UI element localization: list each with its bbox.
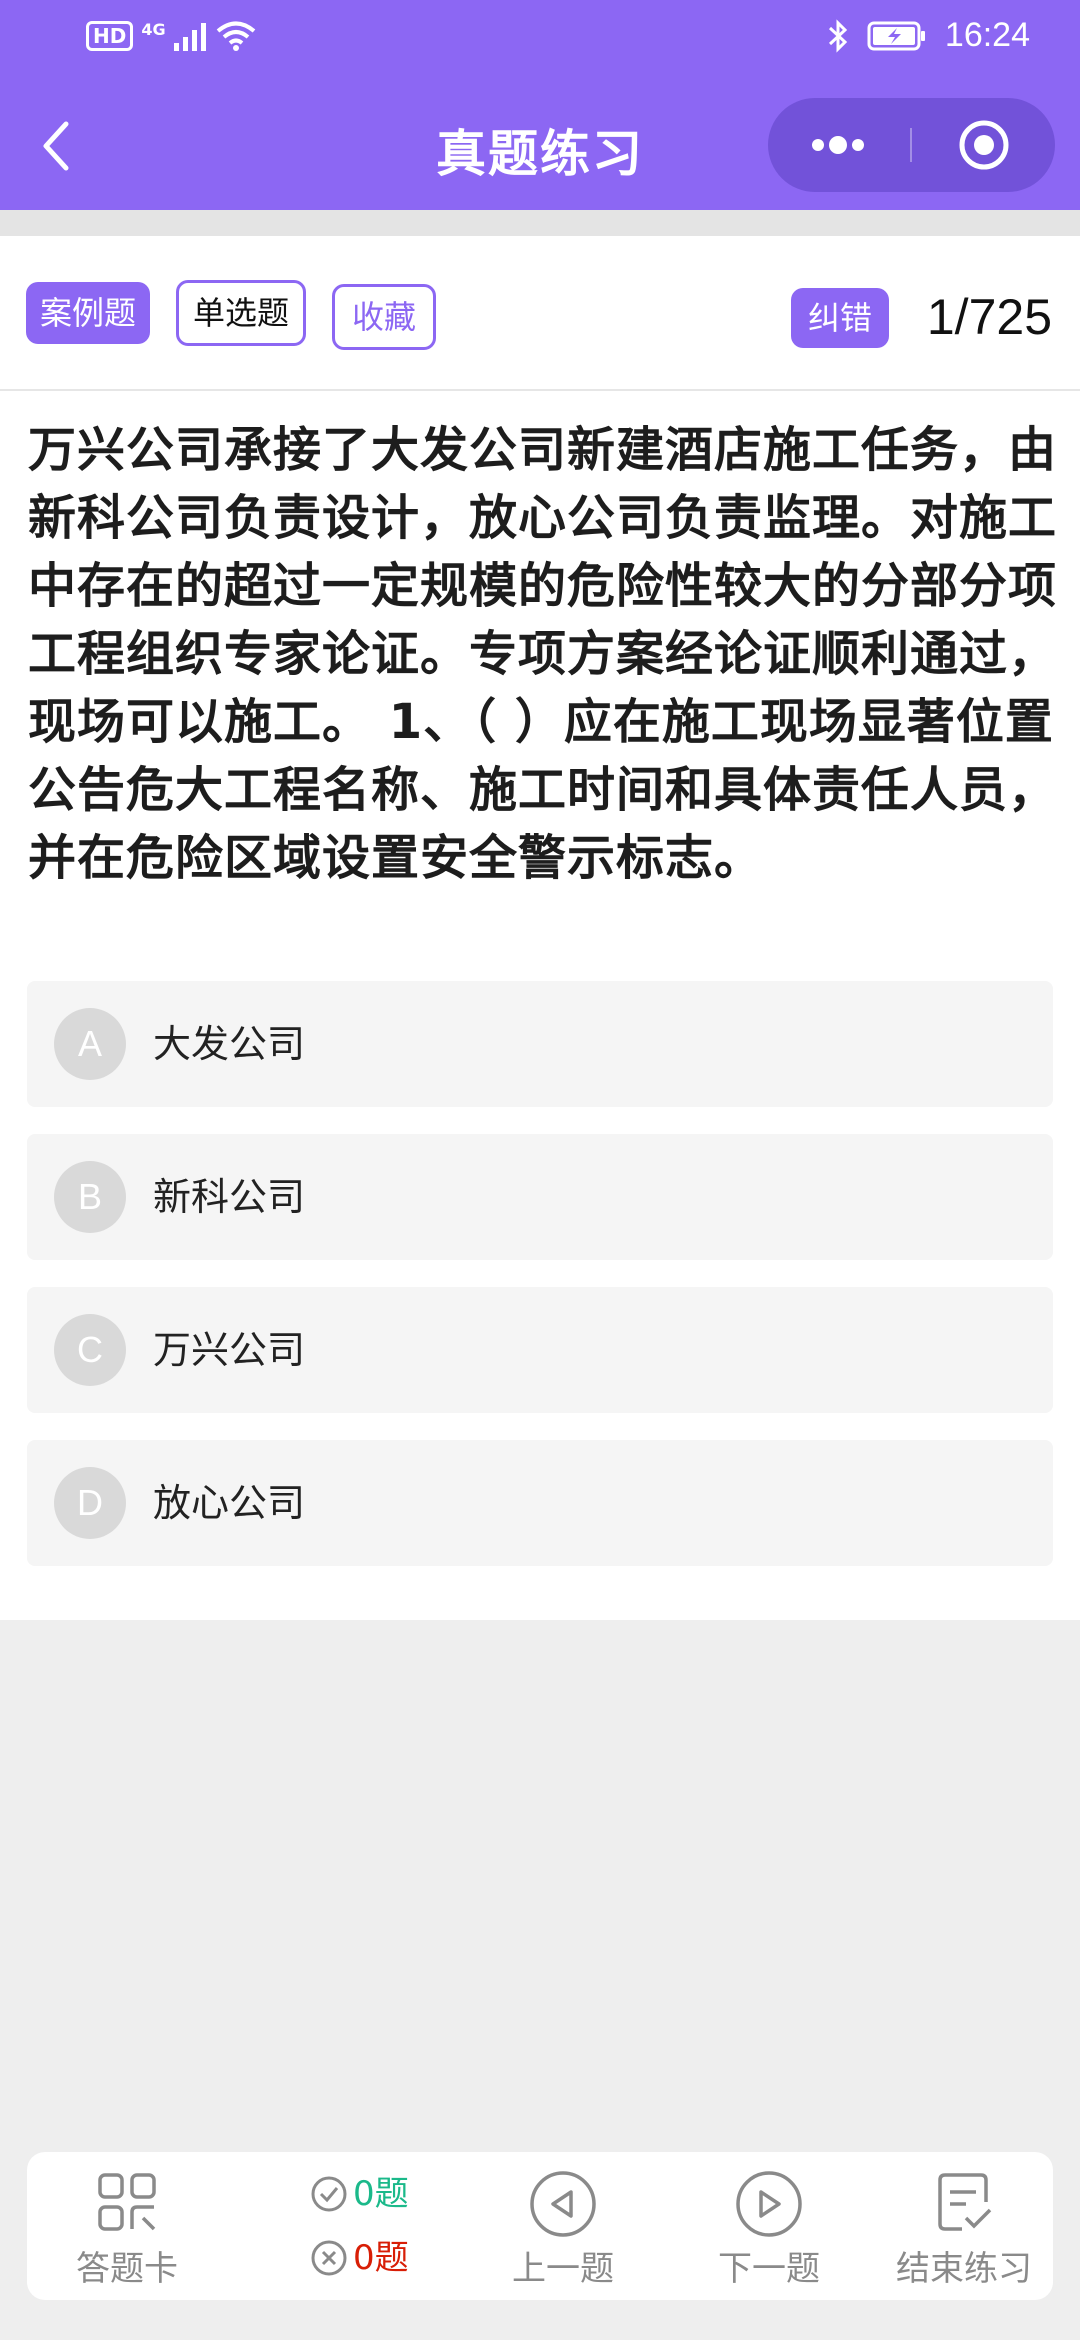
question-text: 万兴公司承接了大发公司新建酒店施工任务，由新科公司负责设计，放心公司负责监理。对… [28,422,1058,886]
clock: 16:24 [944,16,1030,54]
more-dots-icon [812,136,864,154]
finish-practice-button[interactable]: 结束练习 [875,2152,1053,2300]
case-tag: 案例题 [26,282,150,344]
option-text: 大发公司 [153,1022,306,1066]
next-label: 下一题 [718,2249,820,2289]
question-card: 案例题 单选题 收藏 纠错 1/725 万兴公司承接了大发公司新建酒店施工任务，… [0,236,1080,1620]
wrong-stat: 0题 [309,2238,409,2278]
option-text: 万兴公司 [153,1328,306,1372]
capsule-divider [910,128,912,162]
option-text: 放心公司 [153,1481,306,1525]
option-letter: A [54,1008,126,1080]
prev-circle-icon [530,2171,596,2237]
question-counter: 1/725 [926,289,1052,345]
correct-count: 0题 [353,2174,409,2214]
next-circle-icon [736,2171,802,2237]
option-text: 新科公司 [153,1175,306,1219]
prev-question-button[interactable]: 上一题 [463,2152,663,2300]
hd-badge: HD [86,21,134,51]
correct-error-button[interactable]: 纠错 [791,288,889,348]
close-miniprogram-button[interactable] [914,98,1054,192]
nav-bar: 真题练习 [0,82,1080,210]
prev-label: 上一题 [512,2249,614,2289]
battery-icon [867,21,925,50]
option-letter: C [54,1314,126,1386]
option-c[interactable]: C 万兴公司 [27,1287,1053,1413]
correct-stat: 0题 [309,2174,409,2214]
bottom-action-bar: 答题卡 0题 0题 上一题 下一题 结束练习 [27,2152,1053,2300]
status-right: 16:24 [827,16,1030,55]
single-choice-tag: 单选题 [176,280,306,346]
status-left: HD 4G [86,20,256,52]
bluetooth-icon [828,18,848,53]
finish-label: 结束练习 [896,2249,1032,2289]
mini-program-capsule [768,98,1055,192]
option-d[interactable]: D 放心公司 [27,1440,1053,1566]
signal-icon [173,23,206,51]
answer-card-label: 答题卡 [76,2249,178,2289]
more-button[interactable] [768,98,908,192]
target-icon [959,120,1009,170]
status-bar: HD 4G 16:24 [0,0,1080,82]
next-question-button[interactable]: 下一题 [669,2152,869,2300]
tags-row: 案例题 单选题 收藏 纠错 1/725 [0,236,1080,391]
wifi-icon [216,21,255,51]
check-circle-icon [311,2176,347,2212]
option-a[interactable]: A 大发公司 [27,981,1053,1107]
checklist-icon [938,2173,992,2231]
x-circle-icon [311,2240,347,2276]
wrong-count: 0题 [353,2238,409,2278]
answer-card-button[interactable]: 答题卡 [27,2152,227,2300]
header-divider [0,210,1080,236]
option-letter: D [54,1467,126,1539]
score-stats: 0题 0题 [227,2152,437,2300]
favorite-button[interactable]: 收藏 [332,284,436,350]
option-letter: B [54,1161,126,1233]
grid-icon [98,2173,156,2231]
network-type: 4G [141,20,166,39]
option-b[interactable]: B 新科公司 [27,1134,1053,1260]
